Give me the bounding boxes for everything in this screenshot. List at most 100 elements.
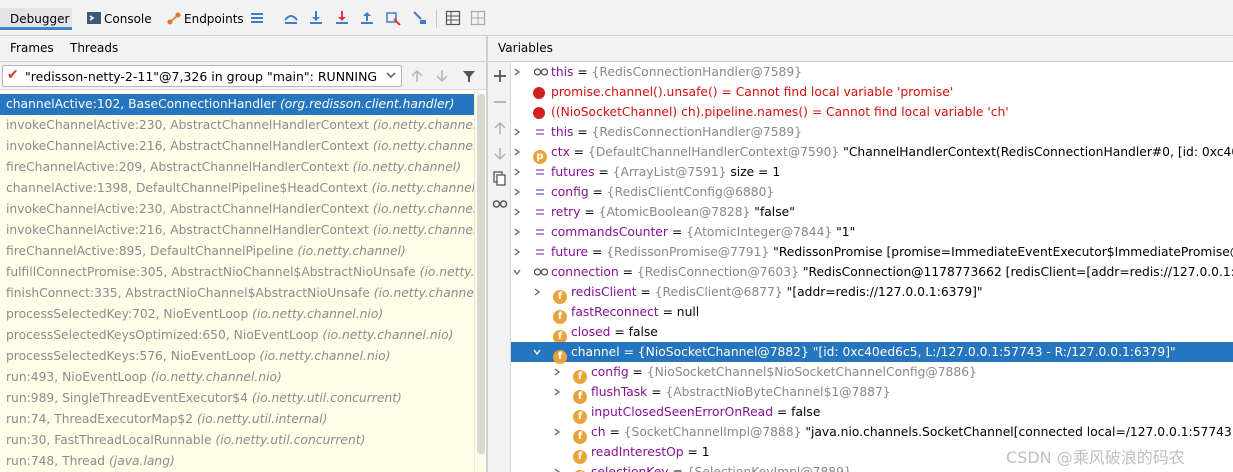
watch-glasses-icon[interactable] bbox=[492, 196, 508, 212]
frame-method: channelActive:102, BaseConnectionHandler bbox=[6, 97, 280, 111]
stack-frame[interactable]: channelActive:102, BaseConnectionHandler… bbox=[0, 94, 486, 115]
tab-console[interactable]: Console bbox=[104, 8, 152, 30]
expand-down-icon[interactable] bbox=[533, 348, 541, 356]
stack-frame[interactable]: fireChannelActive:209, AbstractChannelHa… bbox=[0, 157, 486, 178]
variable-row[interactable]: promise.channel().unsafe() = Cannot find… bbox=[511, 82, 1233, 102]
equals-sign: = bbox=[667, 225, 687, 239]
filter-icon[interactable] bbox=[462, 69, 476, 83]
frame-package: (io.netty.channel.nio) bbox=[150, 370, 282, 384]
variable-row[interactable]: connection = {RedisConnection@7603} "Red… bbox=[511, 262, 1233, 282]
stack-frame[interactable]: invokeChannelActive:216, AbstractChannel… bbox=[0, 136, 486, 157]
stack-frame[interactable]: channelActive:1398, DefaultChannelPipeli… bbox=[0, 178, 486, 199]
debug-toolbar: Debugger Console Endpoints bbox=[0, 0, 1233, 36]
thread-selector[interactable]: ✔ "redisson-netty-2-11"@7,326 in group "… bbox=[2, 65, 402, 87]
expand-right-icon[interactable] bbox=[533, 288, 541, 296]
expand-right-icon[interactable] bbox=[513, 68, 521, 76]
run-to-cursor-icon[interactable] bbox=[411, 10, 427, 26]
arrow-up-icon[interactable] bbox=[410, 69, 424, 83]
field-icon: f bbox=[573, 385, 587, 404]
variable-value: null bbox=[676, 305, 700, 319]
copy-icon[interactable] bbox=[492, 170, 508, 186]
frames-scrollbar[interactable] bbox=[474, 91, 486, 472]
variable-row[interactable]: f redisClient = {RedisClient@6877} "[addr… bbox=[511, 282, 1233, 304]
stack-frame[interactable]: run:30, FastThreadLocalRunnable (io.nett… bbox=[0, 430, 486, 451]
stack-frame[interactable]: invokeChannelActive:216, AbstractChannel… bbox=[0, 220, 486, 241]
stack-frame[interactable]: run:989, SingleThreadEventExecutor$4 (io… bbox=[0, 388, 486, 409]
step-out-icon[interactable] bbox=[359, 10, 375, 26]
frame-method: run:30, FastThreadLocalRunnable bbox=[6, 433, 216, 447]
variable-row[interactable]: future = {RedissonPromise@7791} "Redisso… bbox=[511, 242, 1233, 262]
frame-package: (io.netty.channel.nio) bbox=[373, 286, 486, 300]
variable-name: inputClosedSeenErrorOnRead bbox=[591, 405, 774, 419]
variable-type-ref: {RedissonPromise@7791} bbox=[606, 245, 770, 259]
variable-content: ch = {SocketChannelImpl@7888} "java.nio.… bbox=[591, 422, 1233, 442]
expand-right-icon[interactable] bbox=[513, 148, 521, 156]
stack-frame[interactable]: invokeChannelActive:230, AbstractChannel… bbox=[0, 115, 486, 136]
show-execution-point-icon[interactable] bbox=[283, 10, 299, 26]
variable-row[interactable]: futures = {ArrayList@7591} size = 1 bbox=[511, 162, 1233, 182]
step-into-icon[interactable] bbox=[334, 10, 350, 26]
stack-frame[interactable]: fulfillConnectPromise:305, AbstractNioCh… bbox=[0, 262, 486, 283]
expand-right-icon[interactable] bbox=[513, 168, 521, 176]
variable-row[interactable]: retry = {AtomicBoolean@7828} "false" bbox=[511, 202, 1233, 222]
trace-icon[interactable] bbox=[470, 10, 486, 26]
arrow-down-icon[interactable] bbox=[492, 146, 508, 162]
stack-frame[interactable]: invokeChannelActive:230, AbstractChannel… bbox=[0, 199, 486, 220]
stack-frame[interactable]: processSelectedKeysOptimized:650, NioEve… bbox=[0, 325, 486, 346]
expand-right-icon[interactable] bbox=[513, 208, 521, 216]
variable-row[interactable]: f inputClosedSeenErrorOnRead = false bbox=[511, 402, 1233, 424]
variable-row[interactable]: f closed = false bbox=[511, 322, 1233, 344]
equals-sign: = bbox=[573, 65, 592, 79]
variable-icon bbox=[533, 245, 547, 259]
step-over-icon[interactable] bbox=[308, 10, 324, 26]
tab-threads[interactable]: Threads bbox=[70, 41, 118, 55]
expand-right-icon[interactable] bbox=[513, 128, 521, 136]
variable-name: ch bbox=[591, 425, 606, 439]
stack-frame[interactable]: processSelectedKeys:576, NioEventLoop (i… bbox=[0, 346, 486, 367]
stack-frame[interactable]: run:493, NioEventLoop (io.netty.channel.… bbox=[0, 367, 486, 388]
drop-frame-icon[interactable] bbox=[385, 10, 401, 26]
expand-right-icon[interactable] bbox=[513, 248, 521, 256]
variable-row[interactable]: this = {RedisConnectionHandler@7589} bbox=[511, 122, 1233, 142]
stack-frame[interactable]: fireChannelActive:895, DefaultChannelPip… bbox=[0, 241, 486, 262]
expand-right-icon[interactable] bbox=[553, 428, 561, 436]
tab-endpoints[interactable]: Endpoints bbox=[184, 8, 244, 30]
variable-value: "[addr=redis://127.0.0.1:6379]" bbox=[782, 285, 983, 299]
variable-row[interactable]: f ch = {SocketChannelImpl@7888} "java.nio… bbox=[511, 422, 1233, 444]
expand-right-icon[interactable] bbox=[513, 228, 521, 236]
variable-row[interactable]: f config = {NioSocketChannel$NioSocketCha… bbox=[511, 362, 1233, 384]
menu-icon[interactable] bbox=[249, 10, 265, 26]
variable-value: Cannot find local variable 'promise' bbox=[735, 85, 954, 99]
expand-right-icon[interactable] bbox=[513, 188, 521, 196]
field-icon: f bbox=[553, 285, 567, 304]
variable-row[interactable]: commandsCounter = {AtomicInteger@7844} "… bbox=[511, 222, 1233, 242]
arrow-down-icon[interactable] bbox=[435, 69, 449, 83]
expand-right-icon[interactable] bbox=[553, 468, 561, 472]
variable-name: config bbox=[591, 365, 629, 379]
stack-frame[interactable]: run:74, ThreadExecutorMap$2 (io.netty.ut… bbox=[0, 409, 486, 430]
expand-right-icon[interactable] bbox=[553, 388, 561, 396]
stack-frame[interactable]: finishConnect:335, AbstractNioChannel$Ab… bbox=[0, 283, 486, 304]
variable-row[interactable]: f flushTask = {AbstractNioByteChannel$1@7… bbox=[511, 382, 1233, 404]
plus-icon[interactable] bbox=[492, 68, 508, 84]
equals-sign: = bbox=[573, 125, 592, 139]
frame-method: fireChannelActive:895, DefaultChannelPip… bbox=[6, 244, 298, 258]
variable-name: flushTask bbox=[591, 385, 648, 399]
stack-frame[interactable]: run:748, Thread (java.lang) bbox=[0, 451, 486, 472]
evaluate-expression-icon[interactable] bbox=[445, 10, 461, 26]
variable-row[interactable]: config = {RedisClientConfig@6880} bbox=[511, 182, 1233, 202]
tab-frames[interactable]: Frames bbox=[10, 41, 54, 55]
expand-down-icon[interactable] bbox=[513, 268, 521, 276]
variable-row[interactable]: p ctx = {DefaultChannelHandlerContext@759… bbox=[511, 142, 1233, 164]
arrow-up-icon[interactable] bbox=[492, 120, 508, 136]
field-icon: f bbox=[573, 465, 587, 472]
tab-debugger[interactable]: Debugger bbox=[0, 8, 72, 30]
variable-row[interactable]: ((NioSocketChannel) ch).pipeline.names()… bbox=[511, 102, 1233, 122]
variable-row[interactable]: f channel = {NioSocketChannel@7882} "[id:… bbox=[511, 342, 1233, 364]
variable-row[interactable]: f fastReconnect = null bbox=[511, 302, 1233, 324]
expand-right-icon[interactable] bbox=[553, 368, 561, 376]
stack-frame[interactable]: processSelectedKey:702, NioEventLoop (io… bbox=[0, 304, 486, 325]
minus-icon[interactable] bbox=[492, 94, 508, 110]
equals-sign: = bbox=[588, 185, 607, 199]
variable-row[interactable]: this = {RedisConnectionHandler@7589} bbox=[511, 62, 1233, 82]
